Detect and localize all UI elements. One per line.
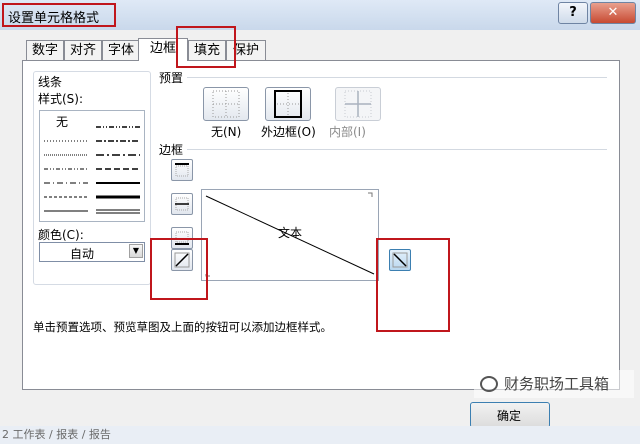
title-highlight-box xyxy=(2,3,116,27)
help-button[interactable]: ? xyxy=(558,2,588,24)
status-bar: 2 工作表 / 报表 / 报告 xyxy=(0,426,640,444)
diagonal-up-highlight-box xyxy=(150,238,208,300)
border-panel: 线条 样式(S): 无 颜色(C): 自动 ▼ 预置 无(N) 外边框(O) 内… xyxy=(22,60,620,390)
hint-text: 单击预置选项、预览草图及上面的按钮可以添加边框样式。 xyxy=(33,320,332,334)
close-button[interactable]: ✕ xyxy=(590,2,636,24)
ok-button[interactable]: 确定 xyxy=(470,402,550,428)
diagonal-down-highlight-box xyxy=(376,238,450,332)
ok-label: 确定 xyxy=(497,409,522,423)
preset-inside-button[interactable] xyxy=(335,87,381,121)
border-middle-button[interactable] xyxy=(171,193,193,215)
color-label: 颜色(C): xyxy=(38,228,84,242)
line-group-title: 线条 xyxy=(38,75,63,89)
preset-inside-label: 内部(I) xyxy=(329,125,366,139)
watermark: 财务职场工具箱 xyxy=(474,370,634,398)
presets-divider xyxy=(187,77,607,78)
preset-none-button[interactable] xyxy=(203,87,249,121)
line-group: 线条 样式(S): 无 颜色(C): 自动 ▼ xyxy=(33,71,151,285)
tab-font[interactable]: 字体 xyxy=(102,40,140,60)
border-top-icon xyxy=(175,163,189,177)
border-top-button[interactable] xyxy=(171,159,193,181)
line-style-samples[interactable] xyxy=(40,111,144,221)
border-middle-icon xyxy=(175,197,189,211)
line-style-list[interactable]: 无 xyxy=(39,110,145,222)
color-value: 自动 xyxy=(69,247,94,261)
preset-inside-icon xyxy=(344,90,372,118)
title-bar: 设置单元格格式 ? ✕ xyxy=(0,0,640,31)
preset-none-label: 无(N) xyxy=(211,125,242,139)
style-label: 样式(S): xyxy=(38,92,84,106)
watermark-text: 财务职场工具箱 xyxy=(504,375,610,393)
chevron-down-icon[interactable]: ▼ xyxy=(129,244,143,258)
preset-outline-icon xyxy=(274,90,302,118)
border-tab-highlight-box xyxy=(176,26,236,68)
preset-outline-label: 外边框(O) xyxy=(261,125,316,139)
presets-title: 预置 xyxy=(159,71,184,85)
border-title: 边框 xyxy=(159,143,184,157)
preset-outline-button[interactable] xyxy=(265,87,311,121)
preset-none-icon xyxy=(212,90,240,118)
preview-text: 文本 xyxy=(278,226,303,240)
tab-number[interactable]: 数字 xyxy=(26,40,64,60)
border-divider xyxy=(187,149,607,150)
wechat-icon xyxy=(480,376,498,392)
tab-alignment[interactable]: 对齐 xyxy=(64,40,102,60)
border-preview[interactable]: 文本 xyxy=(201,189,379,281)
color-select[interactable]: 自动 ▼ xyxy=(39,242,145,262)
